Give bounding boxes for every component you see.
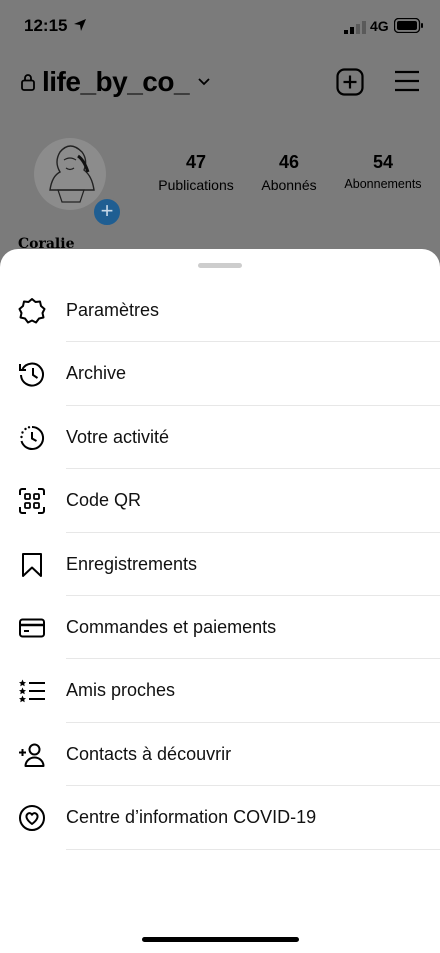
chevron-down-icon[interactable] (197, 77, 211, 87)
menu-label-orders-payments: Commandes et paiements (66, 616, 277, 637)
menu-label-activity: Votre activité (66, 426, 170, 447)
followers-label: Abonnés (261, 177, 317, 193)
activity-icon (20, 425, 45, 450)
menu-item-orders-payments[interactable]: Commandes et paiements (0, 596, 440, 660)
network-type: 4G (370, 18, 389, 34)
menu-item-covid-center[interactable]: Centre d’information COVID-19 (0, 786, 440, 850)
menu-item-saved[interactable]: Enregistrements (0, 533, 440, 596)
menu-item-archive[interactable]: Archive (0, 342, 440, 406)
posts-stat[interactable]: 47 Publications (151, 152, 241, 193)
posts-label: Publications (158, 177, 234, 193)
menu-label-qr-code: Code QR (66, 490, 142, 511)
close-friends-list-icon (19, 679, 45, 703)
following-stat[interactable]: 54 Abonnements (338, 152, 428, 191)
qr-code-icon (19, 488, 45, 515)
profile-header: life_by_co_ (0, 60, 440, 106)
status-bar: 12:15 4G (0, 0, 440, 54)
posts-count: 47 (185, 152, 207, 172)
menu-item-activity[interactable]: Votre activité (0, 406, 440, 470)
profile-username[interactable]: life_by_co_ (42, 66, 190, 98)
location-arrow-icon (74, 19, 86, 31)
divider (66, 848, 440, 850)
add-person-icon (19, 743, 45, 767)
lock-icon (21, 74, 35, 91)
menu-label-covid-center: Centre d’information COVID-19 (66, 807, 317, 828)
menu-label-saved: Enregistrements (66, 553, 198, 574)
avatar[interactable] (34, 138, 106, 210)
menu-item-close-friends[interactable]: Amis proches (0, 659, 440, 723)
bookmark-icon (22, 552, 42, 577)
menu-item-qr-code[interactable]: Code QR (0, 469, 440, 533)
sheet-menu: Paramètres Archive Votre activité Code Q… (0, 279, 440, 850)
archive-clock-icon (19, 362, 44, 387)
menu-item-settings[interactable]: Paramètres (0, 279, 440, 343)
settings-gear-icon (18, 298, 46, 324)
battery-icon (394, 18, 423, 33)
sheet-grabber[interactable] (198, 263, 242, 268)
menu-label-discover-people: Contacts à découvrir (66, 743, 232, 764)
covid-heart-icon (19, 805, 45, 832)
status-time: 12:15 (24, 16, 68, 35)
cellular-signal-icon (344, 21, 366, 34)
menu-label-archive: Archive (66, 363, 127, 384)
following-label: Abonnements (344, 177, 422, 191)
following-count: 54 (372, 152, 394, 172)
followers-stat[interactable]: 46 Abonnés (251, 152, 327, 193)
hamburger-menu-icon[interactable] (394, 70, 420, 92)
home-indicator[interactable] (142, 937, 299, 942)
new-post-icon[interactable] (336, 68, 364, 96)
options-bottom-sheet: Paramètres Archive Votre activité Code Q… (0, 249, 440, 953)
menu-label-close-friends: Amis proches (66, 680, 176, 701)
credit-card-icon (19, 618, 45, 638)
followers-count: 46 (278, 152, 300, 172)
menu-item-discover-people[interactable]: Contacts à découvrir (0, 723, 440, 787)
add-story-button[interactable]: + (92, 197, 122, 227)
avatar-drawing (49, 145, 95, 203)
menu-label-settings: Paramètres (66, 300, 160, 320)
